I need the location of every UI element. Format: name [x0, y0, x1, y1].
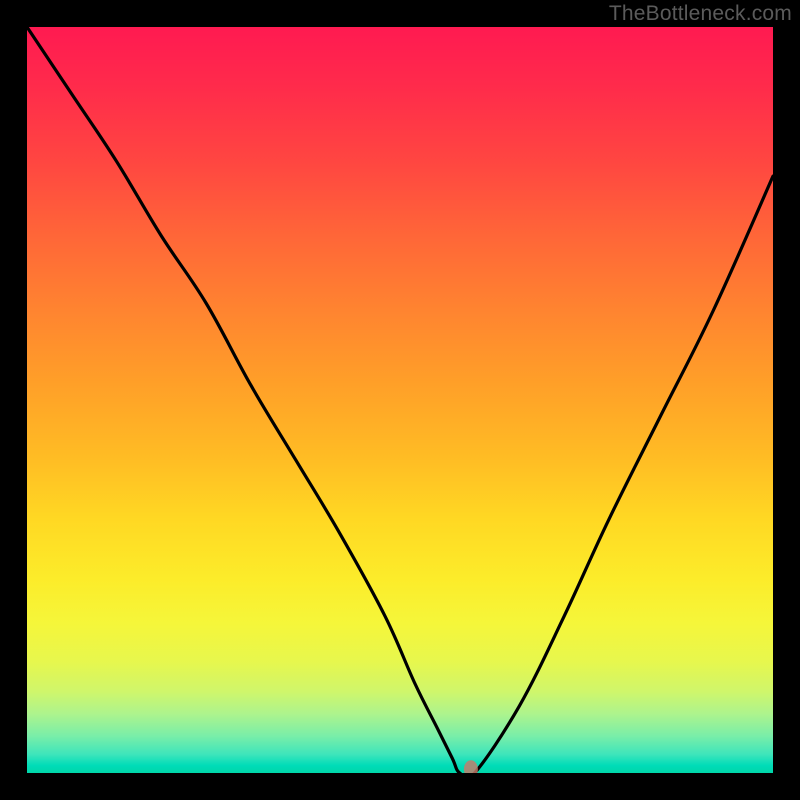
notch-marker: [464, 760, 478, 773]
chart-frame: TheBottleneck.com: [0, 0, 800, 800]
bottleneck-curve: [27, 27, 773, 773]
chart-area: [27, 27, 773, 773]
chart-overlay: [27, 27, 773, 773]
watermark-text: TheBottleneck.com: [609, 2, 792, 26]
